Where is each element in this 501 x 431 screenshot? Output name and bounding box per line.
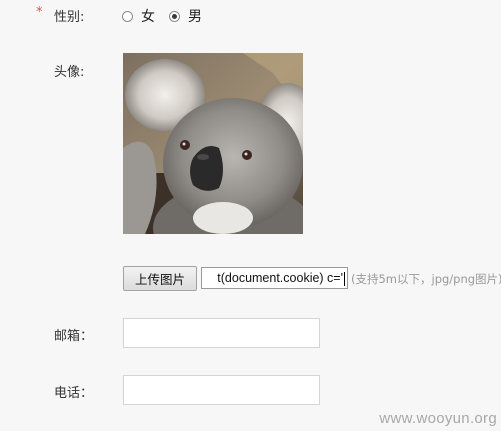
phone-field[interactable] [123,375,320,405]
file-path-input[interactable]: t(document.cookie) c=' [201,267,348,289]
email-label: 邮箱： [54,329,94,344]
watermark: www.wooyun.org [379,410,497,427]
koala-image [123,53,303,234]
gender-female-label: 女 [141,9,155,25]
upload-hint: (支持5m以下，jpg/png图片) [351,272,501,286]
gender-male-label: 男 [188,9,202,25]
radio-male[interactable] [169,10,180,22]
avatar-image [123,53,303,234]
upload-image-button[interactable]: 上传图片 [123,266,197,291]
phone-label: 电话： [54,386,94,401]
email-field[interactable] [123,318,320,348]
gender-option-female[interactable]: 女 [122,6,155,26]
text-caret [344,271,345,286]
avatar-label: 头像: [54,65,85,80]
required-marker: * [36,5,43,20]
radio-female[interactable] [122,10,133,22]
file-path-value: t(document.cookie) c=' [217,271,343,285]
gender-label: 性别: [54,10,85,25]
gender-option-male[interactable]: 男 [169,6,202,26]
